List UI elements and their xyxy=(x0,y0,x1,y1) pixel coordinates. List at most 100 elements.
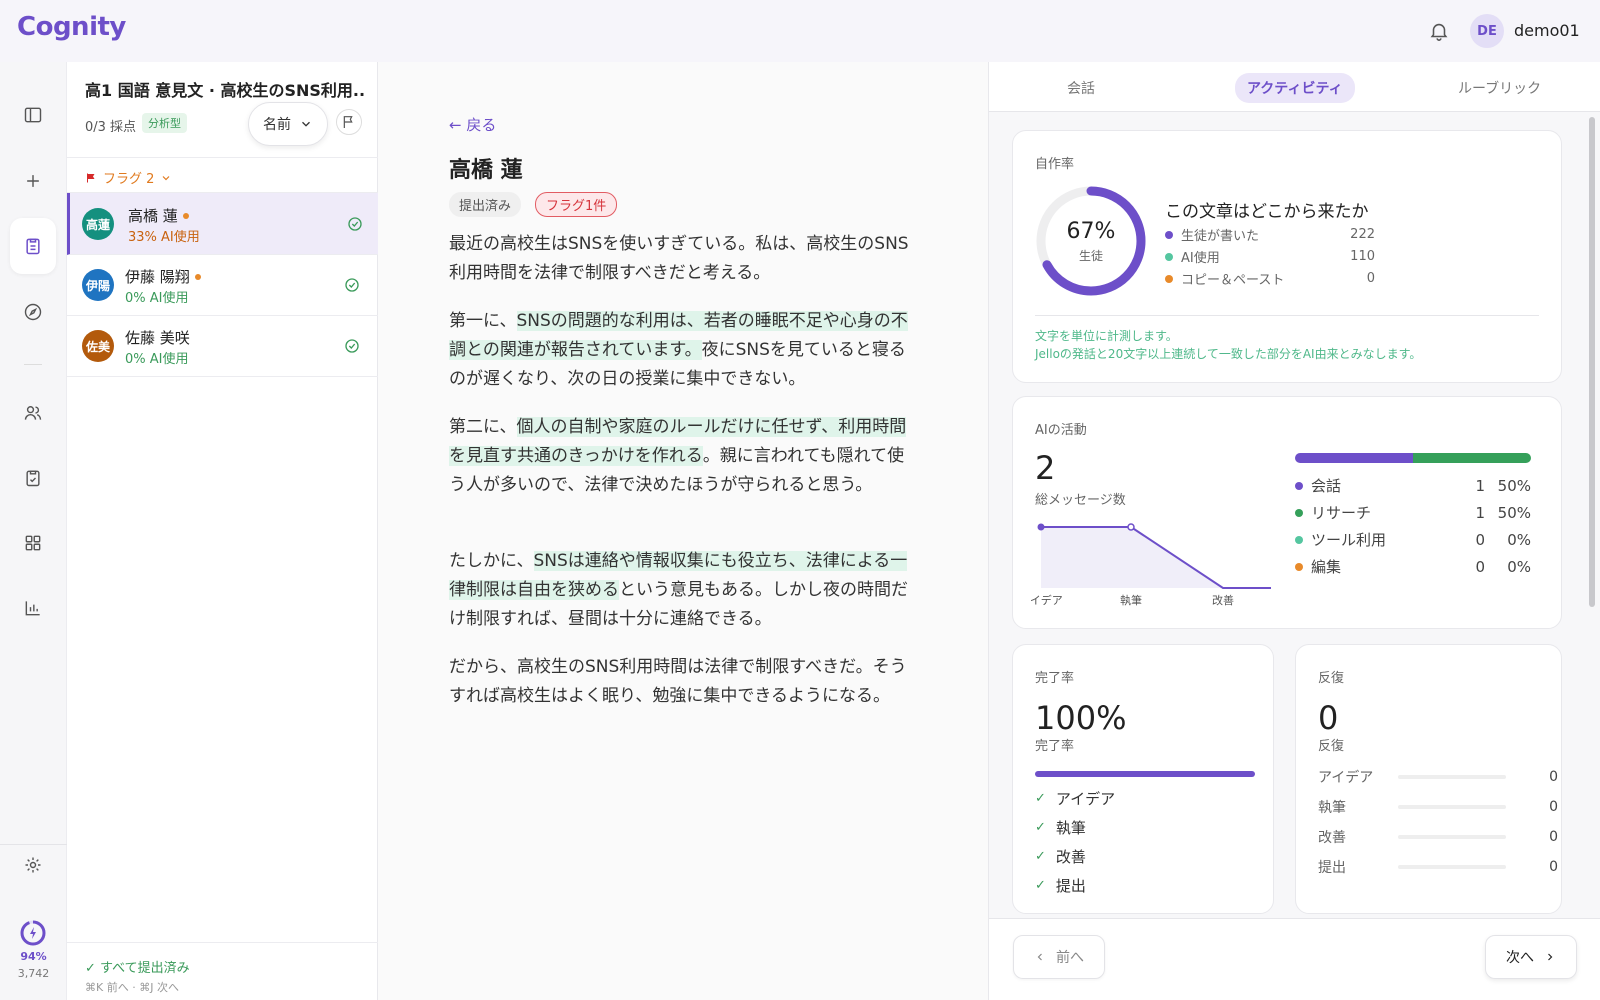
next-label: 次へ xyxy=(1506,950,1534,966)
student-name: 伊藤 陽翔 xyxy=(125,266,201,287)
student-avatar: 伊陽 xyxy=(82,269,114,301)
flag-icon xyxy=(343,116,353,128)
flag-count-tag[interactable]: フラグ1件 xyxy=(535,192,618,217)
users-icon[interactable] xyxy=(20,400,46,426)
all-submitted-status: ✓ すべて提出済み xyxy=(85,961,190,976)
check-circle-icon xyxy=(345,339,359,353)
chevron-down-icon xyxy=(162,175,170,180)
sort-label: 名前 xyxy=(263,117,291,133)
sparkline-x-label: アイデア xyxy=(1031,593,1063,607)
activity-row: リサーチ 1 50% xyxy=(1295,502,1531,523)
username[interactable]: demo01 xyxy=(1514,21,1580,40)
activity-row: 会話 1 50% xyxy=(1295,475,1531,496)
tab-conversation[interactable]: 会話 xyxy=(1055,73,1107,103)
activity-distribution-bar xyxy=(1295,453,1531,463)
completion-sub: 完了率 xyxy=(1035,739,1075,754)
ai-activity-label: AIの活動 xyxy=(1035,423,1087,438)
next-button[interactable]: 次へ xyxy=(1485,935,1577,979)
completion-value: 100% xyxy=(1035,699,1127,737)
essay-paragraph: だから、高校生のSNS利用時間は法律で制限すべきだ。そうすれば高校生はよく眠り、… xyxy=(449,657,907,706)
student-list-panel: 高1 国語 意見文 · 高校生のSNS利用... 0/3 採点 分析型 名前 フ… xyxy=(67,62,378,1000)
activity-sparkline: アイデア 執筆 改善 xyxy=(1031,523,1271,607)
activity-row: 編集 0 0% xyxy=(1295,556,1531,577)
tab-rubric[interactable]: ルーブリック xyxy=(1446,73,1553,103)
clipboard-icon[interactable] xyxy=(10,218,56,274)
legend-dot xyxy=(1295,535,1303,544)
scrollbar[interactable] xyxy=(1589,117,1595,607)
sparkline-x-label: 改善 xyxy=(1212,593,1234,607)
completion-card: 完了率 100% 完了率 ✓ アイデア ✓ 執筆 ✓ 改善 ✓ 提出 xyxy=(1012,644,1274,914)
iteration-row: 改善 0 xyxy=(1318,829,1558,846)
keyboard-shortcut-hint: ⌘K 前へ · ⌘J 次へ xyxy=(85,981,179,994)
iteration-bar xyxy=(1398,775,1506,779)
check-circle-icon xyxy=(345,278,359,292)
app-logo[interactable]: Cognity xyxy=(17,12,126,42)
legend-dot xyxy=(1295,508,1303,517)
check-circle-icon xyxy=(348,217,362,231)
bell-icon[interactable] xyxy=(1428,20,1450,42)
authorship-ring-label: 生徒 xyxy=(1078,249,1103,263)
source-row: コピー＆ペースト 0 xyxy=(1165,269,1375,288)
back-link[interactable]: ← 戻る xyxy=(449,114,496,135)
credit-percent: 94% xyxy=(20,950,47,963)
authorship-label: 自作率 xyxy=(1035,157,1075,172)
essay-view: ← 戻る 高橋 蓮 提出済み フラグ1件 最近の高校生はSNSを使いすぎている。… xyxy=(378,62,988,1000)
source-row: AI使用 110 xyxy=(1165,247,1375,266)
sidebar-toggle-icon[interactable] xyxy=(20,102,46,128)
activity-row: ツール利用 0 0% xyxy=(1295,529,1531,550)
iteration-card: 反復 0 反復 アイデア 0 執筆 0 改善 0 提出 0 xyxy=(1295,644,1562,914)
rail-divider xyxy=(0,844,67,845)
submitted-tag: 提出済み xyxy=(449,192,522,217)
student-row[interactable]: 高蓮 高橋 蓮 33% AI使用 xyxy=(67,193,378,255)
tab-activity[interactable]: アクティビティ xyxy=(1235,73,1355,103)
ai-usage: 0% AI使用 xyxy=(125,352,189,367)
chevron-right-icon xyxy=(1548,953,1553,961)
flag-dot xyxy=(182,212,189,219)
prev-button[interactable]: 前へ xyxy=(1013,935,1105,979)
iteration-row: 執筆 0 xyxy=(1318,799,1558,816)
iteration-bar xyxy=(1398,805,1506,809)
iteration-sub: 反復 xyxy=(1318,739,1345,754)
top-header: Cognity DE demo01 xyxy=(0,0,1600,62)
grid-icon[interactable] xyxy=(20,530,46,556)
chevron-down-icon xyxy=(302,121,310,127)
completion-step: ✓ アイデア xyxy=(1035,790,1116,808)
analytics-panel: 会話 アクティビティ ルーブリック 自作率 67% 生徒 この文章はどこから来た… xyxy=(988,62,1600,1000)
user-avatar[interactable]: DE xyxy=(1470,14,1504,48)
flag-group-label: フラグ 2 xyxy=(103,172,155,187)
student-name: 佐藤 美咲 xyxy=(125,329,190,347)
student-name: 高橋 蓮 xyxy=(128,205,189,226)
student-avatar: 佐美 xyxy=(82,330,114,362)
chart-icon[interactable] xyxy=(20,595,46,621)
assignment-title: 高1 国語 意見文 · 高校生のSNS利用... xyxy=(85,81,365,100)
iteration-row: 提出 0 xyxy=(1318,859,1558,876)
flag-group-toggle[interactable]: フラグ 2 xyxy=(85,168,172,187)
ai-usage: 33% AI使用 xyxy=(128,230,200,245)
check-icon: ✓ xyxy=(1035,878,1046,893)
completion-step: ✓ 執筆 xyxy=(1035,819,1086,837)
ai-activity-card: AIの活動 2 総メッセージ数 アイデア 執筆 改善 会話150% リサーチ150… xyxy=(1012,396,1562,629)
student-row[interactable]: 佐美 佐藤 美咲 0% AI使用 xyxy=(67,315,378,377)
legend-dot xyxy=(1295,562,1303,571)
authorship-percent: 67% xyxy=(1066,219,1116,244)
iteration-row: アイデア 0 xyxy=(1318,769,1558,786)
legend-dot xyxy=(1165,252,1173,261)
source-row: 生徒が書いた 222 xyxy=(1165,225,1375,244)
completion-progress-bar xyxy=(1035,771,1255,777)
iteration-value: 0 xyxy=(1318,699,1339,737)
total-messages-label: 総メッセージ数 xyxy=(1035,493,1126,508)
plus-icon[interactable] xyxy=(20,168,46,194)
divider xyxy=(1035,315,1539,316)
authorship-card: 自作率 67% 生徒 この文章はどこから来たか 生徒が書いた 222 AI使用 110… xyxy=(1012,130,1562,383)
flag-filter-button[interactable] xyxy=(336,109,362,135)
completion-step: ✓ 改善 xyxy=(1035,848,1086,866)
student-row[interactable]: 伊陽 伊藤 陽翔 0% AI使用 xyxy=(67,254,378,316)
credit-ring-icon[interactable] xyxy=(20,920,46,946)
flag-icon xyxy=(87,173,95,182)
rail-divider xyxy=(24,364,42,365)
essay-paragraph: 第一に、SNSの問題的な利用は、若者の睡眠不足や心身の不調との関連が報告されてい… xyxy=(449,311,908,389)
sort-dropdown[interactable]: 名前 xyxy=(248,102,328,146)
compass-icon[interactable] xyxy=(20,299,46,325)
settings-gear-icon[interactable] xyxy=(20,852,46,878)
assignment-check-icon[interactable] xyxy=(20,465,46,491)
